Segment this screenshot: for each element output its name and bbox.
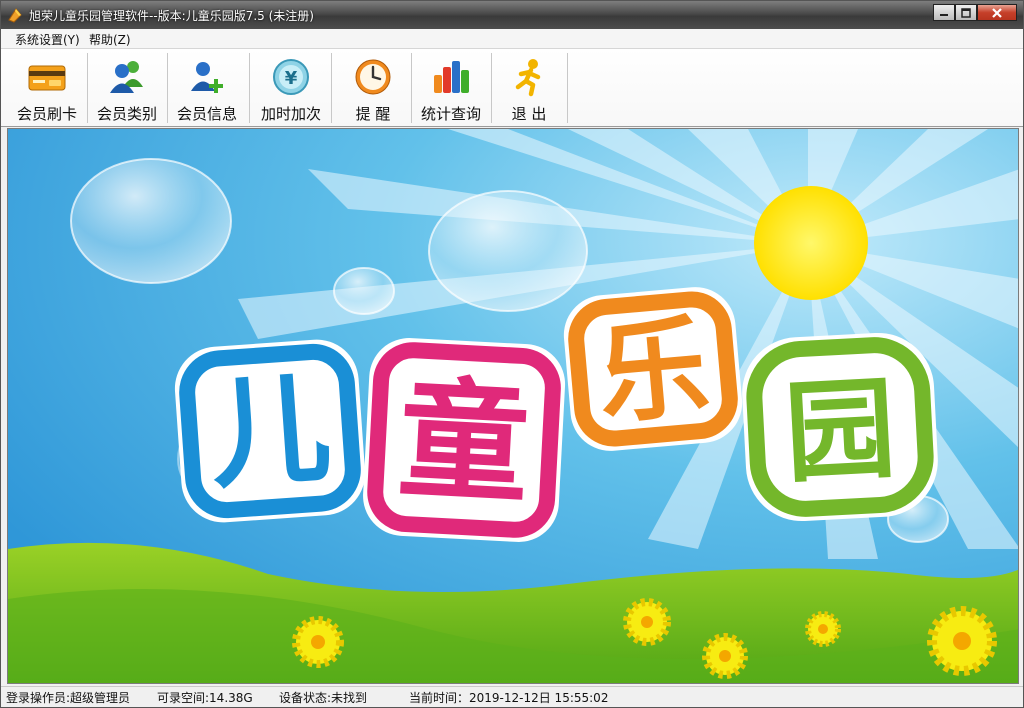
svg-text:¥: ¥ [285,68,298,89]
minimize-icon [940,13,948,16]
toolbar: 会员刷卡 会员类别 会员信息 ¥ 加时加次 提 醒 统计查询 退 出 [1,49,1023,127]
member-card-button[interactable]: 会员刷卡 [7,53,85,125]
maximize-button[interactable] [955,4,977,21]
close-icon [992,7,1002,18]
status-space: 可录空间:14.38G [157,691,253,705]
menu-bar: 系统设置(Y) 帮助(Z) [1,29,1023,49]
toolbar-divider [331,53,332,123]
close-button[interactable] [977,4,1017,21]
svg-text:童: 童 [395,363,533,522]
banner-char-2: 童 [363,338,566,542]
banner-char-1: 儿 [174,339,366,523]
member-card-icon [27,57,67,97]
window-title: 旭荣儿童乐园管理软件--版本:儿童乐园版7.5 (未注册) [29,9,314,23]
svg-text:园: 园 [782,364,899,498]
toolbar-divider [567,53,568,123]
reminder-label: 提 醒 [355,105,391,123]
statistics-button[interactable]: 统计查询 [411,53,489,125]
add-time-button[interactable]: ¥ 加时加次 [251,53,329,125]
exit-label: 退 出 [511,105,547,123]
member-card-label: 会员刷卡 [16,105,77,123]
maximize-icon [961,7,971,18]
reminder-button[interactable]: 提 醒 [333,53,411,125]
member-info-button[interactable]: 会员信息 [167,53,245,125]
status-bar: 登录操作员:超级管理员 可录空间:14.38G 设备状态:未找到 当前时间：20… [1,686,1023,707]
minimize-button[interactable] [933,4,955,21]
menu-system-settings[interactable]: 系统设置(Y) [15,31,80,48]
member-info-label: 会员信息 [176,105,237,123]
bar-chart-icon [431,57,471,97]
status-device: 设备状态:未找到 [279,691,368,705]
menu-help[interactable]: 帮助(Z) [89,31,131,48]
status-time: 当前时间：2019-12-12日 15:55:02 [409,691,609,705]
svg-text:儿: 儿 [205,359,334,506]
sun [754,186,868,300]
statistics-label: 统计查询 [420,105,481,123]
exit-button[interactable]: 退 出 [489,53,567,125]
status-operator: 登录操作员:超级管理员 [6,691,131,705]
member-category-label: 会员类别 [96,105,157,123]
member-info-icon [187,57,227,97]
app-window: 旭荣儿童乐园管理软件--版本:儿童乐园版7.5 (未注册) 系统设置(Y) 帮助… [0,0,1024,708]
toolbar-divider [249,53,250,123]
add-time-label: 加时加次 [260,105,321,123]
yen-coin-icon: ¥ [271,57,311,97]
banner-char-4: 园 [742,332,938,522]
svg-text:乐: 乐 [593,302,714,439]
splash-banner: 儿 童 乐 园 [7,128,1019,684]
running-man-icon [509,57,549,97]
title-bar[interactable]: 旭荣儿童乐园管理软件--版本:儿童乐园版7.5 (未注册) [1,1,1023,29]
app-logo-icon [7,7,23,23]
clock-icon [353,57,393,97]
banner-char-3: 乐 [563,287,743,451]
member-category-button[interactable]: 会员类别 [87,53,165,125]
member-category-icon [107,57,147,97]
